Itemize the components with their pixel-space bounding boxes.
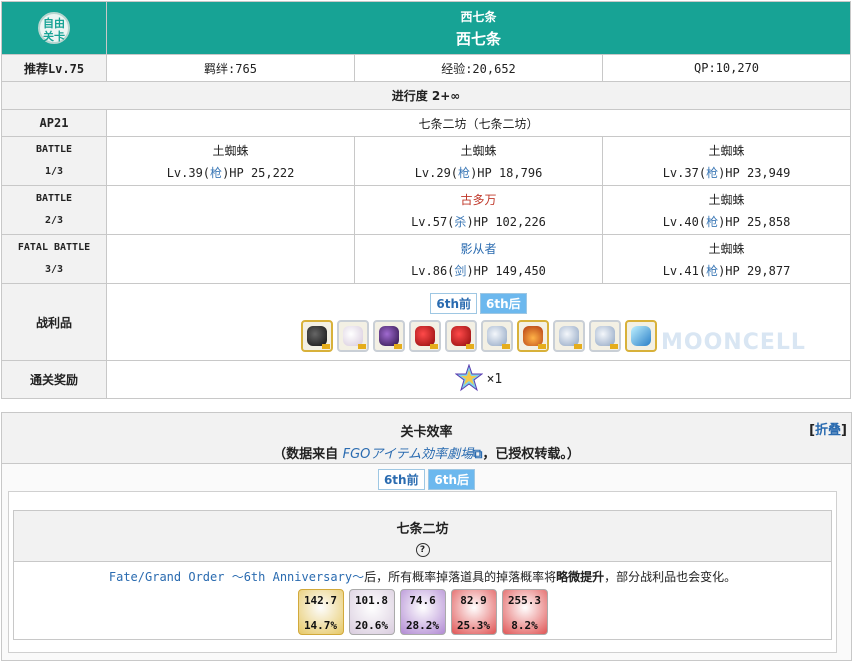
reward-count: ×1 bbox=[486, 372, 503, 387]
reward-cell: ×1 bbox=[105, 360, 852, 399]
enemy-cell: 土蜘蛛 Lv.39(枪)HP 25,222 bbox=[106, 136, 355, 186]
efficiency-tabs: 6th前 6th后 bbox=[2, 469, 851, 490]
enemy-stats: Lv.39(枪)HP 25,222 bbox=[166, 165, 295, 180]
free-quest-badge: 自由 关卡 bbox=[38, 12, 70, 44]
battle-label-1: BATTLE 1/3 bbox=[1, 136, 107, 186]
enemy-cell: 土蜘蛛 Lv.37(枪)HP 23,949 bbox=[601, 136, 852, 186]
recommended-level: 推荐Lv.75 bbox=[1, 54, 107, 82]
red-gem-icon[interactable]: 255.3 8.2% bbox=[501, 589, 548, 635]
help-icon[interactable]: ? bbox=[415, 543, 430, 557]
red-gem-icon[interactable]: 82.9 25.3% bbox=[450, 589, 497, 635]
enemy-stats: Lv.57(杀)HP 102,226 bbox=[411, 214, 546, 229]
progress-label: 进行度 2+∞ bbox=[0, 81, 852, 110]
saint-quartz-icon[interactable] bbox=[454, 363, 484, 395]
mooncell-watermark: MOONCELL bbox=[661, 330, 806, 355]
qp-value: QP:10,270 bbox=[601, 54, 852, 82]
rate-list: 142.7 14.7% 101.8 20.6% 74.6 28.2% 82.9 25.3… bbox=[14, 589, 831, 635]
white-orb-icon[interactable] bbox=[336, 319, 369, 352]
red-gem-icon[interactable] bbox=[408, 319, 441, 352]
reward-label: 通关奖励 bbox=[1, 360, 107, 399]
white-orb-icon[interactable]: 101.8 20.6% bbox=[348, 589, 395, 635]
black-bone-icon[interactable]: 142.7 14.7% bbox=[297, 589, 344, 635]
source-note: （数据来自 FGOアイテム効率劇場⧉，已授权转载。） bbox=[273, 447, 580, 462]
fire-piece-icon[interactable] bbox=[516, 319, 549, 352]
enemy-name[interactable]: 土蜘蛛 bbox=[604, 240, 850, 257]
quest-efficiency-name: 七条二坊 bbox=[396, 522, 449, 537]
black-bone-icon[interactable] bbox=[300, 319, 333, 352]
exp-value: 经验:20,652 bbox=[354, 54, 603, 82]
battle-label-2: BATTLE 2/3 bbox=[1, 185, 107, 235]
tab-6th-after[interactable]: 6th后 bbox=[428, 469, 476, 490]
enemy-name[interactable]: 土蜘蛛 bbox=[604, 191, 850, 208]
enemy-stats: Lv.41(枪)HP 29,877 bbox=[662, 263, 791, 278]
anniversary-link[interactable]: Fate/Grand Order ～6th Anniversary～ bbox=[109, 570, 364, 584]
bond-value: 羁绊:765 bbox=[106, 54, 355, 82]
tab-6th-before[interactable]: 6th前 bbox=[430, 292, 478, 314]
enemy-stats: Lv.86(剑)HP 149,450 bbox=[411, 263, 546, 278]
quest-title-cell: 西七条 西七条 bbox=[105, 1, 852, 55]
quest-efficiency-box: 七条二坊 ? Fate/Grand Order ～6th Anniversary… bbox=[13, 510, 832, 640]
location-name: 七条二坊（七条二坊） bbox=[105, 109, 852, 137]
tab-6th-before[interactable]: 6th前 bbox=[377, 469, 425, 490]
enemy-name[interactable]: 影从者 bbox=[356, 240, 602, 257]
efficiency-section: 关卡效率 （数据来自 FGOアイテム効率劇場⧉，已授权转载。） [折叠] 6th… bbox=[1, 412, 852, 661]
enemy-name[interactable]: 土蜘蛛 bbox=[356, 142, 602, 159]
enemy-cell: 土蜘蛛 Lv.40(枪)HP 25,858 bbox=[601, 185, 852, 235]
empty-enemy-cell bbox=[106, 185, 355, 235]
efficiency-title: 关卡效率 bbox=[400, 425, 453, 440]
quest-title-small: 西七条 bbox=[460, 9, 497, 24]
source-link[interactable]: FGOアイテム効率劇場 bbox=[343, 447, 473, 462]
notice-text: Fate/Grand Order ～6th Anniversary～后，所有概率… bbox=[108, 570, 737, 584]
enemy-cell: 古多万 Lv.57(杀)HP 102,226 bbox=[354, 185, 603, 235]
purple-gem-icon[interactable]: 74.6 28.2% bbox=[399, 589, 446, 635]
enemy-stats: Lv.40(枪)HP 25,858 bbox=[662, 214, 791, 229]
efficiency-header: 关卡效率 （数据来自 FGOアイテム効率劇場⧉，已授权转载。） [折叠] bbox=[2, 413, 851, 464]
quest-efficiency-header: 七条二坊 ? bbox=[14, 511, 831, 562]
tab-6th-after[interactable]: 6th后 bbox=[480, 292, 527, 314]
enemy-stats: Lv.29(枪)HP 18,796 bbox=[414, 165, 543, 180]
fold-toggle[interactable]: [折叠] bbox=[809, 419, 847, 438]
enemy-stats: Lv.37(枪)HP 23,949 bbox=[662, 165, 791, 180]
blue-crystal-icon[interactable] bbox=[624, 319, 657, 352]
enemy-cell: 土蜘蛛 Lv.41(枪)HP 29,877 bbox=[601, 234, 852, 284]
silver-monument-icon[interactable] bbox=[588, 319, 621, 352]
silver-monument-icon[interactable] bbox=[480, 319, 513, 352]
purple-gem-icon[interactable] bbox=[372, 319, 405, 352]
enemy-name[interactable]: 土蜘蛛 bbox=[604, 142, 850, 159]
battle-label-3: FATAL BATTLE 3/3 bbox=[1, 234, 107, 284]
quest-badge-cell: 自由 关卡 bbox=[1, 1, 107, 55]
enemy-cell: 土蜘蛛 Lv.29(枪)HP 18,796 bbox=[354, 136, 603, 186]
quest-title: 西七条 bbox=[456, 29, 502, 48]
red-gem-icon[interactable] bbox=[444, 319, 477, 352]
ap-cost: AP21 bbox=[1, 109, 107, 137]
silver-monument-icon[interactable] bbox=[552, 319, 585, 352]
enemy-cell: 影从者 Lv.86(剑)HP 149,450 bbox=[354, 234, 603, 284]
enemy-name[interactable]: 土蜘蛛 bbox=[108, 142, 354, 159]
efficiency-panel: 七条二坊 ? Fate/Grand Order ～6th Anniversary… bbox=[8, 491, 837, 653]
empty-enemy-cell bbox=[106, 234, 355, 284]
external-link-icon: ⧉ bbox=[473, 447, 483, 462]
enemy-name[interactable]: 古多万 bbox=[356, 191, 602, 208]
drops-label: 战利品 bbox=[1, 283, 107, 361]
